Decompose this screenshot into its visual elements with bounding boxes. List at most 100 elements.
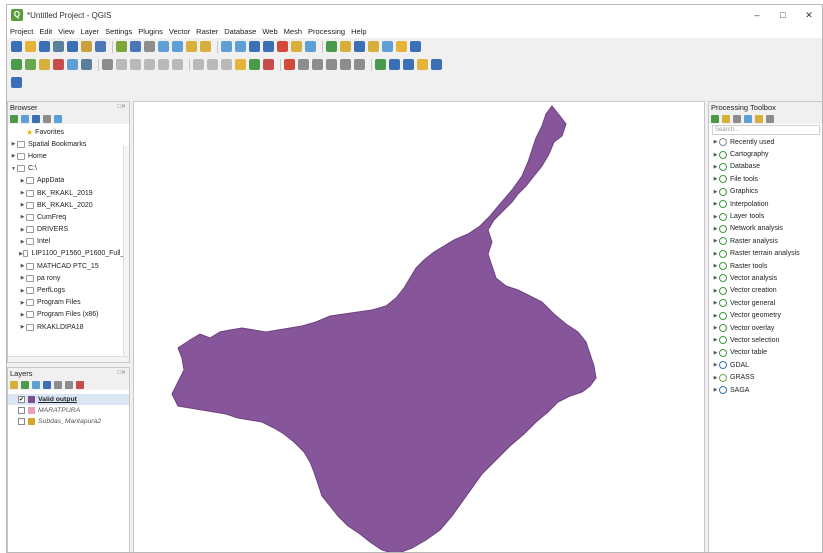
expanded-arrow-icon[interactable]: ▼ xyxy=(10,166,17,172)
toolbar-tool-icon[interactable] xyxy=(102,59,113,70)
menu-plugins[interactable]: Plugins xyxy=(138,27,163,36)
collapsed-arrow-icon[interactable]: ▶ xyxy=(712,251,719,257)
browser-item[interactable]: ▶ BK_RKAKL_2019 xyxy=(8,187,129,199)
add-group-icon[interactable] xyxy=(21,380,29,389)
menu-processing[interactable]: Processing xyxy=(308,27,345,36)
collapsed-arrow-icon[interactable]: ▶ xyxy=(712,263,719,269)
collapsed-arrow-icon[interactable]: ▶ xyxy=(19,202,26,208)
collapsed-arrow-icon[interactable]: ▶ xyxy=(10,153,17,159)
open-layer-styling-icon[interactable] xyxy=(10,380,18,389)
toolbox-provider-item[interactable]: ▶ Recently used xyxy=(709,136,822,148)
toolbar-tool-icon[interactable] xyxy=(25,41,36,52)
collapsed-arrow-icon[interactable]: ▶ xyxy=(19,178,26,184)
collapsed-arrow-icon[interactable]: ▶ xyxy=(712,189,719,195)
close-button[interactable]: ✕ xyxy=(796,5,822,25)
layers-panel-float-close-icon[interactable]: □✕ xyxy=(117,368,126,379)
collapsed-arrow-icon[interactable]: ▶ xyxy=(19,263,26,269)
browser-item[interactable]: ▶ AppData xyxy=(8,175,129,187)
toolbar-tool-icon[interactable] xyxy=(200,41,211,52)
toolbar-tool-icon[interactable] xyxy=(158,59,169,70)
toolbar-tool-icon[interactable] xyxy=(39,59,50,70)
menu-edit[interactable]: Edit xyxy=(39,27,52,36)
toolbar-tool-icon[interactable] xyxy=(389,59,400,70)
collapsed-arrow-icon[interactable]: ▶ xyxy=(712,325,719,331)
add-selected-icon[interactable] xyxy=(10,114,18,123)
minimize-button[interactable]: – xyxy=(744,5,770,25)
toolbox-provider-item[interactable]: ▶ Raster terrain analysis xyxy=(709,248,822,260)
toolbar-tool-icon[interactable] xyxy=(81,41,92,52)
toolbox-provider-item[interactable]: ▶ Vector table xyxy=(709,347,822,359)
collapsed-arrow-icon[interactable]: ▶ xyxy=(712,387,719,393)
browser-item[interactable]: ▶ Intel xyxy=(8,236,129,248)
toolbar-tool-icon[interactable] xyxy=(382,41,393,52)
toolbar-tool-icon[interactable] xyxy=(410,41,421,52)
collapsed-arrow-icon[interactable]: ▶ xyxy=(712,152,719,158)
toolbar-tool-icon[interactable] xyxy=(326,59,337,70)
toolbar-tool-icon[interactable] xyxy=(144,59,155,70)
manage-map-themes-icon[interactable] xyxy=(32,380,40,389)
toolbox-provider-item[interactable]: ▶ Vector general xyxy=(709,297,822,309)
toolbar-tool-icon[interactable] xyxy=(172,41,183,52)
browser-item[interactable]: ▶ MATHCAD PTC_15 xyxy=(8,260,129,272)
collapsed-arrow-icon[interactable]: ▶ xyxy=(712,214,719,220)
map-canvas[interactable] xyxy=(133,101,705,552)
toolbar-tool-icon[interactable] xyxy=(375,59,386,70)
layer-visibility-checkbox[interactable]: ✔ xyxy=(18,396,25,403)
collapsed-arrow-icon[interactable]: ▶ xyxy=(19,324,26,330)
layer-symbol-swatch[interactable] xyxy=(28,396,35,403)
toolbox-provider-item[interactable]: ▶ GRASS xyxy=(709,371,822,383)
menu-database[interactable]: Database xyxy=(224,27,256,36)
menu-project[interactable]: Project xyxy=(10,27,33,36)
remove-layer-icon[interactable] xyxy=(76,380,84,389)
collapsed-arrow-icon[interactable]: ▶ xyxy=(712,313,719,319)
browser-item[interactable]: ▶ DRIVERS xyxy=(8,224,129,236)
toolbox-provider-item[interactable]: ▶ File tools xyxy=(709,173,822,185)
collapsed-arrow-icon[interactable]: ▶ xyxy=(712,288,719,294)
toolbar-tool-icon[interactable] xyxy=(67,41,78,52)
browser-item[interactable]: ▶ Home xyxy=(8,150,129,162)
toolbox-provider-item[interactable]: ▶ Layer tools xyxy=(709,210,822,222)
layer-item[interactable]: ✔ Valid output xyxy=(8,394,129,405)
collapsed-arrow-icon[interactable]: ▶ xyxy=(10,141,17,147)
browser-item[interactable]: ▶ BK_RKAKL_2020 xyxy=(8,199,129,211)
toolbar-tool-icon[interactable] xyxy=(298,59,309,70)
toolbar-tool-icon[interactable] xyxy=(81,59,92,70)
toolbar-tool-icon[interactable] xyxy=(354,41,365,52)
toolbox-provider-item[interactable]: ▶ Raster analysis xyxy=(709,235,822,247)
layer-item[interactable]: MARATPURA xyxy=(8,405,129,416)
toolbar-tool-icon[interactable] xyxy=(207,59,218,70)
browser-item[interactable]: ▶ LIP1100_P1560_P1600_Full_S xyxy=(8,248,129,260)
properties-icon[interactable] xyxy=(54,114,62,123)
toolbar-tool-icon[interactable] xyxy=(130,41,141,52)
layer-visibility-checkbox[interactable] xyxy=(18,407,25,414)
toolbar-tool-icon[interactable] xyxy=(11,41,22,52)
toolbox-provider-item[interactable]: ▶ Network analysis xyxy=(709,223,822,235)
toolbar-tool-icon[interactable] xyxy=(340,41,351,52)
toolbar-tool-icon[interactable] xyxy=(53,59,64,70)
menu-vector[interactable]: Vector xyxy=(169,27,190,36)
menu-help[interactable]: Help xyxy=(351,27,366,36)
collapsed-arrow-icon[interactable]: ▶ xyxy=(19,190,26,196)
toolbar-tool-icon[interactable] xyxy=(249,59,260,70)
layer-item[interactable]: Subdas_Mantapura2 xyxy=(8,416,129,427)
toolbar-tool-icon[interactable] xyxy=(368,41,379,52)
collapsed-arrow-icon[interactable]: ▶ xyxy=(19,239,26,245)
toolbar-tool-icon[interactable] xyxy=(235,41,246,52)
collapsed-arrow-icon[interactable]: ▶ xyxy=(19,275,26,281)
toolbar-tool-icon[interactable] xyxy=(25,59,36,70)
toolbox-search-input[interactable]: Search... xyxy=(712,125,820,135)
toolbar-tool-icon[interactable] xyxy=(417,59,428,70)
browser-horizontal-scrollbar[interactable] xyxy=(8,356,129,362)
toolbar-tool-icon[interactable] xyxy=(263,41,274,52)
toolbox-provider-item[interactable]: ▶ Vector geometry xyxy=(709,309,822,321)
toolbox-provider-item[interactable]: ▶ Database xyxy=(709,161,822,173)
collapsed-arrow-icon[interactable]: ▶ xyxy=(712,176,719,182)
options-icon[interactable] xyxy=(766,114,774,123)
toolbox-provider-item[interactable]: ▶ SAGA xyxy=(709,384,822,396)
toolbar-tool-icon[interactable] xyxy=(158,41,169,52)
models-icon[interactable] xyxy=(711,114,719,123)
menu-view[interactable]: View xyxy=(58,27,74,36)
browser-vertical-scrollbar[interactable] xyxy=(123,146,129,356)
collapsed-arrow-icon[interactable]: ▶ xyxy=(712,275,719,281)
toolbar-tool-icon[interactable] xyxy=(249,41,260,52)
